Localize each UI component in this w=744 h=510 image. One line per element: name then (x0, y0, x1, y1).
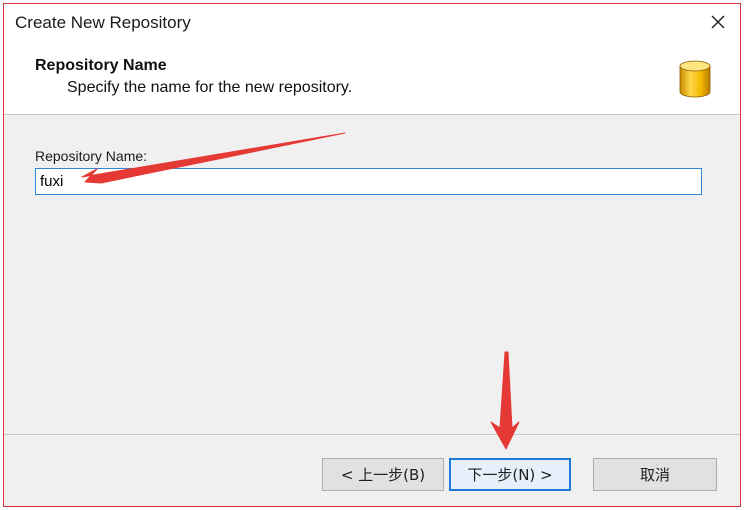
wizard-content: Repository Name: (4, 115, 740, 434)
page-subtitle: Specify the name for the new repository. (67, 79, 353, 96)
close-button[interactable] (702, 8, 734, 36)
wizard-footer: < 上一步(B) 下一步(N) > 取消 (4, 435, 740, 506)
repository-name-label: Repository Name: (35, 148, 148, 164)
cancel-button[interactable]: 取消 (593, 458, 717, 491)
next-button[interactable]: 下一步(N) > (449, 458, 571, 491)
close-icon (711, 15, 725, 29)
title-bar: Create New Repository (4, 4, 740, 42)
create-repository-dialog: Create New Repository Repository Name Sp… (3, 3, 741, 507)
page-title: Repository Name (35, 57, 167, 74)
back-button[interactable]: < 上一步(B) (322, 458, 444, 491)
wizard-header: Repository Name Specify the name for the… (4, 42, 740, 115)
repository-name-input[interactable] (35, 168, 702, 195)
window-title: Create New Repository (15, 13, 191, 32)
database-cylinder-icon (679, 60, 711, 98)
